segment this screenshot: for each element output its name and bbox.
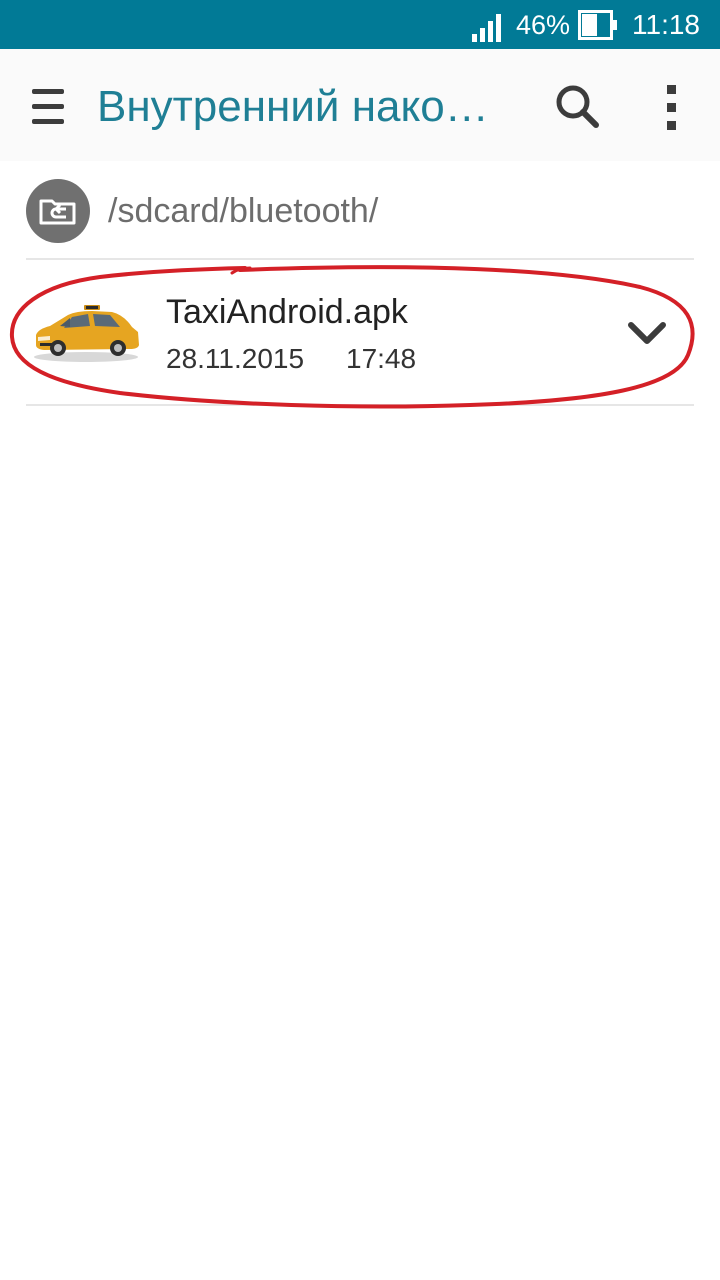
taxi-car-thumbnail bbox=[34, 305, 139, 362]
chevron-down-icon bbox=[628, 322, 666, 344]
battery-percent: 46% bbox=[516, 10, 571, 40]
signal-icon bbox=[472, 14, 501, 42]
search-button[interactable] bbox=[550, 79, 606, 135]
menu-button[interactable] bbox=[20, 79, 76, 135]
more-vert-icon bbox=[667, 85, 676, 130]
status-bar: 46% 11:18 bbox=[0, 0, 720, 49]
folder-up-button[interactable] bbox=[26, 179, 90, 243]
file-time: 17:48 bbox=[346, 343, 417, 374]
current-path: /sdcard/bluetooth/ bbox=[108, 192, 379, 230]
menu-icon bbox=[32, 89, 64, 124]
file-date: 28.11.2015 bbox=[166, 343, 305, 374]
battery-icon bbox=[578, 10, 617, 40]
divider bbox=[26, 404, 694, 406]
file-name: TaxiAndroid.apk bbox=[166, 293, 408, 331]
path-bar: /sdcard/bluetooth/ bbox=[0, 161, 720, 259]
more-options-button[interactable] bbox=[652, 79, 692, 135]
app-bar: Внутренний нако… bbox=[0, 49, 720, 161]
clock: 11:18 bbox=[632, 9, 700, 40]
search-icon bbox=[556, 85, 599, 128]
page-title: Внутренний нако… bbox=[97, 82, 489, 131]
divider bbox=[26, 258, 694, 260]
expand-button[interactable] bbox=[622, 309, 672, 359]
list-item[interactable]: TaxiAndroid.apk 28.11.2015 17:48 bbox=[0, 261, 720, 404]
folder-up-icon bbox=[26, 179, 90, 243]
